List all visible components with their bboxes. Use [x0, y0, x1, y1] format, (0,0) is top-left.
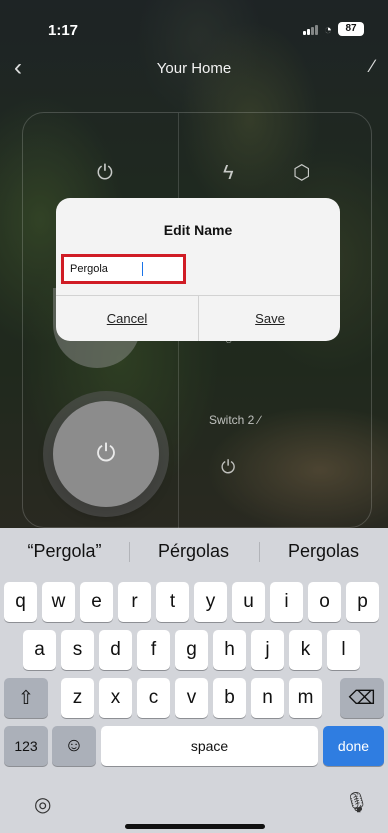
- key-c[interactable]: c: [137, 678, 170, 718]
- key-w[interactable]: w: [42, 582, 75, 622]
- dialog-title: Edit Name: [163, 222, 233, 238]
- status-icons: ◔ 87: [303, 22, 364, 36]
- key-row-1: q w e r t y u i o p: [0, 582, 388, 622]
- save-button[interactable]: Save: [199, 296, 340, 341]
- shift-key[interactable]: ⇧: [4, 678, 48, 718]
- switch-2-name: Switch 2: [209, 413, 255, 427]
- key-l[interactable]: l: [327, 630, 360, 670]
- key-row-4: 123 ☺ space done: [0, 726, 388, 766]
- key-n[interactable]: n: [251, 678, 284, 718]
- backspace-icon: ⌫: [348, 687, 376, 709]
- key-r[interactable]: r: [118, 582, 151, 622]
- delete-key[interactable]: ⌫: [340, 678, 384, 718]
- key-q[interactable]: q: [4, 582, 37, 622]
- key-row-3: ⇧ z x c v b n m ⌫: [0, 678, 388, 718]
- globe-icon[interactable]: ◎: [34, 792, 51, 817]
- done-key[interactable]: done: [323, 726, 384, 766]
- key-z[interactable]: z: [61, 678, 94, 718]
- key-i[interactable]: i: [270, 582, 303, 622]
- name-input-highlight: [61, 254, 186, 284]
- cellular-signal-icon: [303, 24, 319, 35]
- page-title: Your Home: [156, 60, 232, 77]
- home-indicator: [125, 824, 265, 829]
- app-header: ‹ Your Home ∕: [0, 50, 388, 90]
- status-time: 1:17: [48, 22, 79, 39]
- key-s[interactable]: s: [61, 630, 94, 670]
- battery-icon: 87: [338, 22, 364, 36]
- key-f[interactable]: f: [137, 630, 170, 670]
- power-knob[interactable]: ⏻: [53, 401, 159, 507]
- space-key[interactable]: space: [101, 726, 318, 766]
- pencil-icon[interactable]: ∕: [371, 56, 374, 77]
- text-caret: [142, 262, 143, 276]
- name-input[interactable]: [64, 257, 183, 281]
- key-m[interactable]: m: [289, 678, 322, 718]
- key-row-2: a s d f g h j k l: [0, 630, 388, 670]
- suggestion-1[interactable]: “Pergola”: [0, 528, 129, 574]
- switch-2-power-icon[interactable]: ⏻: [221, 457, 235, 478]
- key-y[interactable]: y: [194, 582, 227, 622]
- key-g[interactable]: g: [175, 630, 208, 670]
- key-p[interactable]: p: [346, 582, 379, 622]
- suggestion-bar: “Pergola” Pérgolas Pergolas: [0, 528, 388, 574]
- key-d[interactable]: d: [99, 630, 132, 670]
- key-e[interactable]: e: [80, 582, 113, 622]
- key-t[interactable]: t: [156, 582, 189, 622]
- suggestion-2[interactable]: Pérgolas: [129, 528, 258, 574]
- key-h[interactable]: h: [213, 630, 246, 670]
- wifi-icon: ◔: [324, 21, 332, 37]
- key-k[interactable]: k: [289, 630, 322, 670]
- key-u[interactable]: u: [232, 582, 265, 622]
- shift-arrow-icon: ⇧: [18, 687, 34, 709]
- emoji-icon: ☺: [64, 735, 84, 756]
- power-icon[interactable]: ⏻: [97, 163, 113, 183]
- cancel-button[interactable]: Cancel: [56, 296, 198, 341]
- power-icon: ⏻: [96, 440, 116, 467]
- key-b[interactable]: b: [213, 678, 246, 718]
- key-x[interactable]: x: [99, 678, 132, 718]
- pencil-icon[interactable]: ∕: [258, 413, 260, 427]
- lightning-icon[interactable]: ϟ: [223, 163, 234, 183]
- suggestion-3[interactable]: Pergolas: [259, 528, 388, 574]
- key-o[interactable]: o: [308, 582, 341, 622]
- keyboard: “Pergola” Pérgolas Pergolas q w e r t y …: [0, 528, 388, 833]
- key-j[interactable]: j: [251, 630, 284, 670]
- edit-name-dialog: Edit Name Cancel Save: [56, 198, 340, 341]
- emoji-key[interactable]: ☺: [52, 726, 96, 766]
- key-v[interactable]: v: [175, 678, 208, 718]
- key-a[interactable]: a: [23, 630, 56, 670]
- status-bar: 1:17 ◔ 87: [0, 0, 388, 50]
- cube-icon[interactable]: ⬡: [293, 163, 310, 183]
- numbers-key[interactable]: 123: [4, 726, 48, 766]
- switch-2-label: Switch 2 ∕: [209, 413, 260, 427]
- microphone-icon[interactable]: 🎙︎: [344, 790, 369, 815]
